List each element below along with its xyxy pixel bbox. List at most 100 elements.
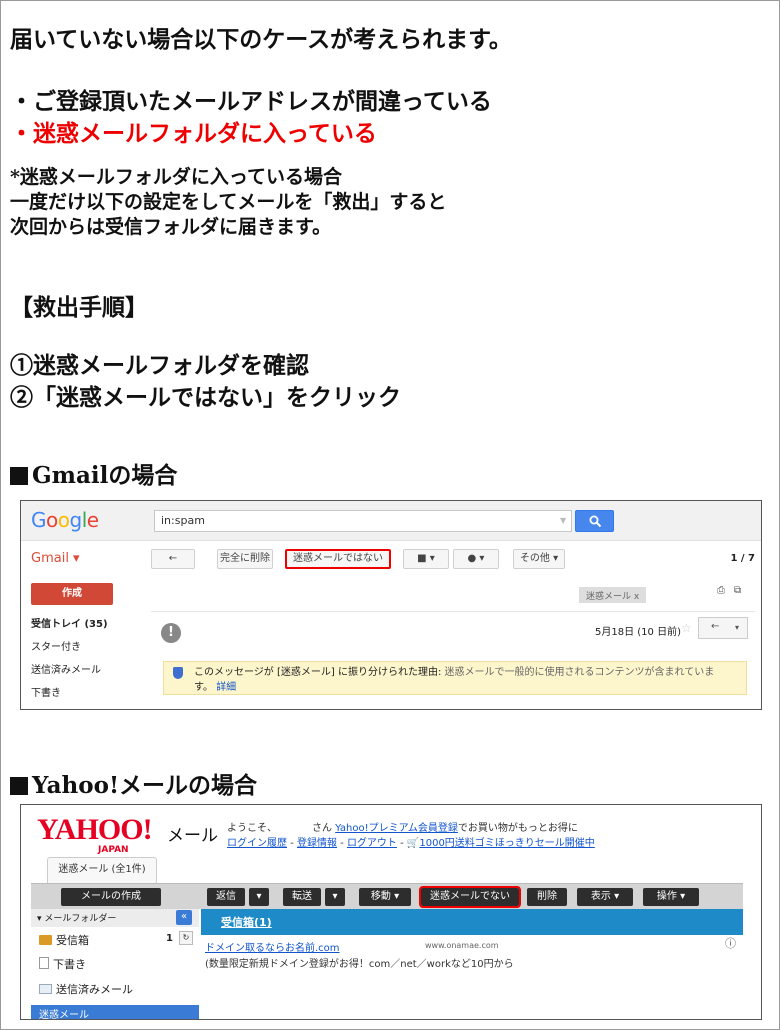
folder-sent[interactable]: 送信済みメール xyxy=(39,981,133,997)
ad-text: (数量限定新規ドメイン登録がお得！com／net／workなど10円から xyxy=(205,959,514,970)
welcome-line: ようこそ、 さん Yahoo!プレミアム会員登録でお買い物がもっとお得に xyxy=(227,819,578,834)
yahoo-toolbar: メールの作成 返信 ▾ 転送 ▾ 移動 ▾ 迷惑メールでない 削除 表示 ▾ 操… xyxy=(31,883,743,909)
shield-icon xyxy=(173,667,183,679)
account-links: ログイン履歴 - 登録情報 - ログアウト - 🛒1000円送料ゴミほっきりセー… xyxy=(227,834,595,849)
reply-menu-button[interactable]: ▾ xyxy=(249,888,269,906)
nav-drafts[interactable]: 下書き xyxy=(31,684,61,699)
yahoo-logo: YAHOO! xyxy=(37,813,153,846)
print-icon[interactable]: ⎙ xyxy=(717,585,725,596)
folder-panel-title[interactable]: ▾ メールフォルダー xyxy=(31,909,199,927)
registration-link[interactable]: 登録情報 xyxy=(297,838,337,849)
reply-button[interactable]: 返信 xyxy=(207,888,245,906)
message-date: 5月18日 (10 日前) xyxy=(595,627,681,638)
sale-link[interactable]: 1000円送料ゴミほっきりセール開催中 xyxy=(419,838,594,849)
view-button[interactable]: 表示 ▾ xyxy=(577,888,633,906)
reply-more-icon[interactable]: ▾ xyxy=(735,623,739,632)
ad-link[interactable]: ドメイン取るならお名前.com xyxy=(205,939,340,954)
search-value: in:spam xyxy=(161,514,205,527)
search-icon xyxy=(589,515,602,528)
divider xyxy=(151,611,755,612)
delete-button[interactable]: 削除 xyxy=(527,888,567,906)
move-button[interactable]: 移動 ▾ xyxy=(359,888,411,906)
link-separator: - xyxy=(336,838,347,849)
not-spam-button[interactable]: 迷惑メールではない xyxy=(285,549,391,569)
folder-drafts[interactable]: 下書き xyxy=(39,956,86,972)
page-counter: 1 / 7 xyxy=(730,553,755,564)
gmail-section-title: Gmailの場合 xyxy=(32,462,178,489)
login-history-link[interactable]: ログイン履歴 xyxy=(227,838,287,849)
compose-button[interactable]: メールの作成 xyxy=(61,888,161,906)
note-line-1: *迷惑メールフォルダに入っている場合 xyxy=(10,166,342,188)
warning-lead: このメッセージが [迷惑メール] に振り分けられた理由: xyxy=(194,667,442,678)
spam-tab[interactable]: 迷惑メール (全1件) xyxy=(47,857,157,883)
premium-tail: でお買い物がもっとお得に xyxy=(457,823,578,834)
gmail-screenshot: Google in:spam ▼ Gmail ▾ ← 完全に削除 迷惑メールではな… xyxy=(20,500,762,710)
welcome-text: ようこそ、 さん xyxy=(227,823,336,834)
step-1: ①迷惑メールフォルダを確認 xyxy=(10,352,309,379)
more-button[interactable]: その他 ▾ xyxy=(513,549,565,569)
yahoo-mail-screenshot: YAHOO! JAPAN メール ようこそ、 さん Yahoo!プレミアム会員登… xyxy=(20,804,762,1020)
nav-starred[interactable]: スター付き xyxy=(31,638,81,653)
reply-button[interactable]: ← ▾ xyxy=(698,617,748,639)
step-2: ②「迷惑メールではない」をクリック xyxy=(10,384,401,411)
gmail-search-input[interactable]: in:spam ▼ xyxy=(154,510,572,532)
not-spam-button[interactable]: 迷惑メールでない xyxy=(419,886,521,908)
folder-inbox-label: 受信箱 xyxy=(56,934,89,947)
search-options-icon[interactable]: ▼ xyxy=(560,516,566,525)
spam-warning-banner: このメッセージが [迷惑メール] に振り分けられた理由: 迷惑メールで一般的に使… xyxy=(163,661,747,695)
back-button[interactable]: ← xyxy=(151,549,195,569)
forward-button[interactable]: 転送 xyxy=(283,888,321,906)
folder-sent-label: 送信済みメール xyxy=(56,983,133,996)
action-button[interactable]: 操作 ▾ xyxy=(643,888,699,906)
inbox-unread-count: 1 xyxy=(166,933,173,944)
gmail-section-heading: Gmailの場合 xyxy=(10,456,177,490)
sent-icon xyxy=(39,984,52,994)
label-button[interactable]: ● ▾ xyxy=(453,549,499,569)
spam-label-chip[interactable]: 迷惑メール x xyxy=(579,587,647,603)
cart-icon: 🛒 xyxy=(406,838,420,849)
nav-inbox[interactable]: 受信トレイ (35) xyxy=(31,615,108,630)
link-separator: - xyxy=(396,838,407,849)
inbox-icon xyxy=(39,935,52,945)
refresh-icon[interactable]: ↻ xyxy=(179,931,193,945)
move-to-folder-button[interactable]: ■ ▾ xyxy=(403,549,449,569)
collapse-icon[interactable]: « xyxy=(176,910,192,925)
ad-info-icon[interactable]: ⓘ xyxy=(725,935,736,951)
new-window-icon[interactable]: ⧉ xyxy=(734,585,741,596)
yahoo-section-heading: Yahoo!メールの場合 xyxy=(10,766,257,800)
folder-spam[interactable]: 迷惑メール xyxy=(31,1005,199,1019)
inbox-heading-link[interactable]: 受信箱(1) xyxy=(221,914,272,930)
nav-sent[interactable]: 送信済みメール xyxy=(31,661,101,676)
warning-body: 迷惑メールで一般的に使用されるコンテンツが含まれていま xyxy=(441,667,715,678)
case-spam-folder: ・迷惑メールフォルダに入っている xyxy=(10,120,377,147)
note-line-3: 次回からは受信フォルダに届きます。 xyxy=(10,216,332,238)
warning-continuation: す。 xyxy=(194,682,213,693)
warning-details-link[interactable]: 詳細 xyxy=(216,682,236,693)
square-bullet-icon xyxy=(10,777,28,795)
steps-heading: 【救出手順】 xyxy=(10,294,148,321)
premium-link[interactable]: Yahoo!プレミアム会員登録 xyxy=(335,823,458,834)
intro-line: 届いていない場合以下のケースが考えられます。 xyxy=(10,26,512,53)
google-logo: Google xyxy=(31,508,99,532)
mail-title: メール xyxy=(167,826,218,846)
link-separator: - xyxy=(287,838,297,849)
star-icon[interactable]: ☆ xyxy=(681,621,692,635)
compose-button[interactable]: 作成 xyxy=(31,583,113,605)
message-list-header: 受信箱(1) xyxy=(201,909,743,935)
warning-avatar-icon: ! xyxy=(161,623,181,643)
note-line-2: 一度だけ以下の設定をしてメールを「救出」すると xyxy=(10,191,447,213)
yahoo-logo-japan: JAPAN xyxy=(98,845,129,855)
yahoo-section-title: Yahoo!メールの場合 xyxy=(32,772,258,799)
folder-inbox[interactable]: 受信箱 xyxy=(39,932,89,948)
drafts-icon xyxy=(39,957,49,969)
forward-menu-button[interactable]: ▾ xyxy=(325,888,345,906)
ad-url: www.onamae.com xyxy=(425,941,499,950)
reply-icon: ← xyxy=(711,621,720,632)
square-bullet-icon xyxy=(10,467,28,485)
logout-link[interactable]: ログアウト xyxy=(347,838,397,849)
gmail-menu[interactable]: Gmail ▾ xyxy=(31,551,80,566)
folder-drafts-label: 下書き xyxy=(53,958,86,971)
case-wrong-address: ・ご登録頂いたメールアドレスが間違っている xyxy=(10,88,492,115)
delete-forever-button[interactable]: 完全に削除 xyxy=(217,549,273,569)
gmail-search-button[interactable] xyxy=(575,510,614,532)
